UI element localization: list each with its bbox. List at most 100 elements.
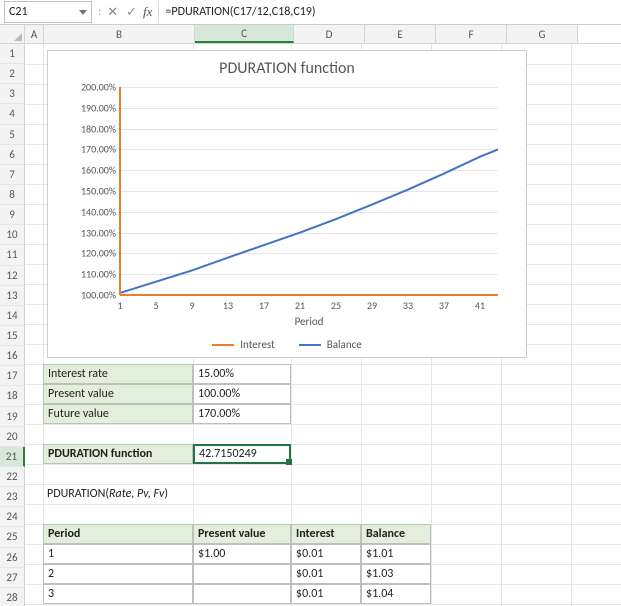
formula-text: =PDURATION(C17/12,C18,C19)	[165, 5, 315, 19]
row-header-14[interactable]: 14	[0, 306, 24, 326]
table-cell-interest[interactable]: $0.01	[291, 564, 361, 584]
syntax-close: )	[164, 487, 168, 501]
row-header-20[interactable]: 20	[0, 427, 24, 447]
x-tick: 33	[398, 299, 418, 312]
col-header-C[interactable]: C	[195, 25, 294, 43]
row-header-26[interactable]: 26	[0, 548, 24, 568]
x-tick: 25	[326, 299, 346, 312]
col-header-E[interactable]: E	[365, 25, 436, 43]
x-tick: 13	[218, 299, 238, 312]
x-tick: 5	[146, 299, 166, 312]
table-header-pv[interactable]: Present value	[193, 524, 291, 544]
row-header-9[interactable]: 9	[0, 205, 24, 225]
table-cell-balance[interactable]: $1.03	[361, 564, 431, 584]
value-future-value[interactable]: 170.00%	[193, 404, 291, 424]
row-header-21[interactable]: 21	[0, 447, 25, 467]
col-header-D[interactable]: D	[294, 25, 365, 43]
accept-icon[interactable]: ✓	[122, 5, 141, 20]
table-cell-pv[interactable]: $1.00	[193, 544, 291, 564]
table-cell-period[interactable]: 2	[43, 564, 193, 584]
row-header-11[interactable]: 11	[0, 245, 24, 265]
x-tick: 9	[182, 299, 202, 312]
legend-label-balance: Balance	[327, 338, 362, 351]
x-tick: 37	[434, 299, 454, 312]
row-header-2[interactable]: 2	[0, 64, 24, 84]
row-header-7[interactable]: 7	[0, 165, 24, 185]
row-header-1[interactable]: 1	[0, 44, 24, 64]
row-header-13[interactable]: 13	[0, 286, 24, 306]
col-header-A[interactable]: A	[25, 25, 44, 43]
chart-title: PDURATION function	[48, 59, 526, 78]
y-tick: 130.00%	[66, 226, 116, 239]
name-box[interactable]: C21	[4, 1, 92, 23]
selected-cell[interactable]: 42.7150249	[193, 444, 291, 464]
table-cell-balance[interactable]: $1.04	[361, 584, 431, 604]
chevron-down-icon[interactable]	[79, 10, 87, 15]
legend-swatch-balance	[299, 344, 321, 346]
x-tick: 21	[290, 299, 310, 312]
label-future-value[interactable]: Future value	[43, 404, 193, 424]
x-tick: 29	[362, 299, 382, 312]
label-pduration-result[interactable]: PDURATION function	[43, 444, 193, 464]
name-box-value: C21	[9, 5, 28, 19]
row-header-17[interactable]: 17	[0, 366, 24, 386]
row-header-4[interactable]: 4	[0, 104, 24, 124]
value-present-value[interactable]: 100.00%	[193, 384, 291, 404]
y-tick: 100.00%	[66, 289, 116, 302]
row-header-15[interactable]: 15	[0, 326, 24, 346]
row-header-25[interactable]: 25	[0, 527, 24, 547]
column-header-row: A B C D E F G	[0, 25, 621, 44]
row-header-23[interactable]: 23	[0, 487, 24, 507]
x-axis-label: Period	[120, 315, 498, 328]
row-header-19[interactable]: 19	[0, 407, 24, 427]
row-header-5[interactable]: 5	[0, 125, 24, 145]
table-header-period[interactable]: Period	[43, 524, 193, 544]
table-cell-period[interactable]: 1	[43, 544, 193, 564]
legend-item-balance: Balance	[299, 338, 362, 351]
fx-icon[interactable]: fx	[141, 4, 158, 20]
row-header-24[interactable]: 24	[0, 507, 24, 527]
row-header-18[interactable]: 18	[0, 386, 24, 406]
sheet[interactable]: PDURATION function 100.00%110.00%120.00%…	[25, 44, 621, 606]
row-header-27[interactable]: 27	[0, 568, 24, 588]
table-cell-interest[interactable]: $0.01	[291, 584, 361, 604]
x-tick: 1	[110, 299, 130, 312]
row-header-6[interactable]: 6	[0, 145, 24, 165]
grid-body: 1234567891011121314151617181920212223242…	[0, 44, 621, 606]
col-header-G[interactable]: G	[507, 25, 578, 43]
row-header-28[interactable]: 28	[0, 588, 24, 606]
table-cell-balance[interactable]: $1.01	[361, 544, 431, 564]
y-tick: 160.00%	[66, 164, 116, 177]
legend-swatch-interest	[212, 344, 234, 346]
row-header-10[interactable]: 10	[0, 225, 24, 245]
x-tick: 41	[470, 299, 490, 312]
table-cell-pv[interactable]	[193, 564, 291, 584]
row-header-col: 1234567891011121314151617181920212223242…	[0, 44, 25, 606]
col-header-B[interactable]: B	[44, 25, 195, 43]
legend-item-interest: Interest	[212, 338, 275, 351]
formula-input[interactable]: =PDURATION(C17/12,C18,C19)	[158, 0, 621, 24]
label-interest-rate[interactable]: Interest rate	[43, 364, 193, 384]
value-interest-rate[interactable]: 15.00%	[193, 364, 291, 384]
table-header-interest[interactable]: Interest	[291, 524, 361, 544]
plot-area: 100.00%110.00%120.00%130.00%140.00%150.0…	[120, 87, 498, 296]
y-tick: 150.00%	[66, 185, 116, 198]
table-cell-interest[interactable]: $0.01	[291, 544, 361, 564]
label-present-value[interactable]: Present value	[43, 384, 193, 404]
table-cell-period[interactable]: 3	[43, 584, 193, 604]
row-header-12[interactable]: 12	[0, 266, 24, 286]
table-header-balance[interactable]: Balance	[361, 524, 431, 544]
series-line	[120, 149, 498, 293]
row-header-3[interactable]: 3	[0, 84, 24, 104]
cancel-icon[interactable]: ✕	[103, 5, 122, 20]
syntax-hint: PDURATION(Rate, Pv, Fv)	[43, 484, 343, 504]
row-header-16[interactable]: 16	[0, 346, 24, 366]
x-tick: 17	[254, 299, 274, 312]
y-tick: 190.00%	[66, 101, 116, 114]
row-header-8[interactable]: 8	[0, 185, 24, 205]
col-header-F[interactable]: F	[436, 25, 507, 43]
table-cell-pv[interactable]	[193, 584, 291, 604]
chart[interactable]: PDURATION function 100.00%110.00%120.00%…	[47, 50, 527, 358]
row-header-22[interactable]: 22	[0, 467, 24, 487]
select-all-corner[interactable]	[0, 25, 25, 43]
